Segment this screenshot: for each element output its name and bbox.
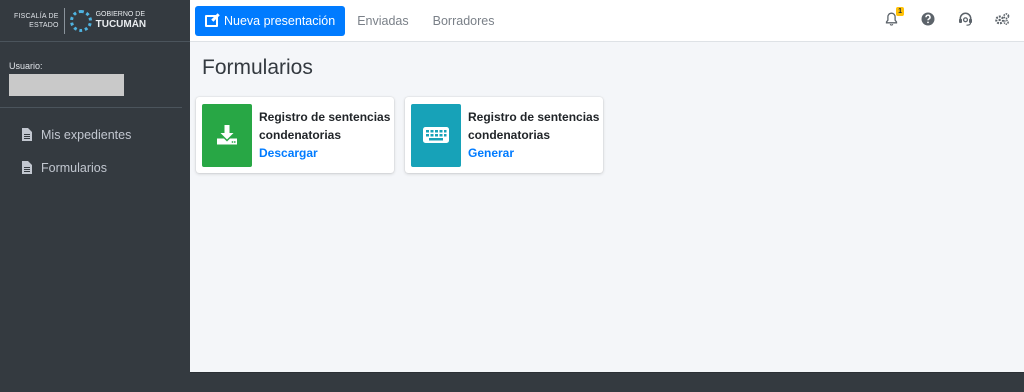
sidebar-item-mis-expedientes[interactable]: Mis expedientes [0,118,190,151]
help-icon [921,12,935,26]
card-title-line2: condenatorias [259,128,342,142]
card-title: Registro de sentencias condenatorias [259,108,390,144]
form-card-descargar: Registro de sentencias condenatorias Des… [196,97,394,173]
user-name-redacted [9,74,124,96]
sidebar-item-label: Mis expedientes [41,127,132,142]
support-headset-icon [958,12,972,26]
fiscalia-line1: FISCALÍA DE [14,12,59,20]
sidebar-item-label: Formularios [41,160,107,175]
fiscalia-logo-text: FISCALÍA DE ESTADO [14,12,59,30]
gobierno-logo-text: GOBIERNO DE TUCUMÁN [96,10,147,31]
card-title-line1: Registro de sentencias [259,110,391,124]
brand-logo[interactable]: FISCALÍA DE ESTADO GOBIERNO DE TUCUMÁN [0,0,190,42]
card-title-line1: Registro de sentencias [468,110,600,124]
card-icon-box [202,103,252,167]
help-button[interactable] [920,11,936,27]
settings-button[interactable] [994,11,1010,27]
card-body: Registro de sentencias condenatorias Gen… [468,108,599,162]
new-presentation-label: Nueva presentación [224,13,336,28]
card-title: Registro de sentencias condenatorias [468,108,599,144]
user-label: Usuario: [9,61,43,71]
card-body: Registro de sentencias condenatorias Des… [259,108,390,162]
top-navbar: Nueva presentación Enviadas Borradores 1 [190,0,1024,42]
download-link[interactable]: Descargar [259,144,390,162]
topbar-icons: 1 [862,7,1010,27]
file-text-icon [22,128,32,141]
brand-divider [63,7,65,34]
keyboard-icon [423,127,449,143]
footer [190,372,1024,392]
generate-link[interactable]: Generar [468,144,599,162]
card-title-line2: condenatorias [468,128,551,142]
page-title: Formularios [202,56,313,79]
user-panel: Usuario: [0,42,182,108]
gobierno-emblem-icon [69,9,92,32]
download-icon [217,125,237,145]
sidebar-item-formularios[interactable]: Formularios [0,151,190,184]
edit-icon [205,14,218,27]
support-button[interactable] [957,11,973,27]
nav-link-borradores[interactable]: Borradores [433,14,495,28]
notifications-button[interactable]: 1 [883,7,904,27]
sidebar-nav: Mis expedientes Formularios [0,108,190,184]
sidebar: FISCALÍA DE ESTADO GOBIERNO DE TUCUMÁN U… [0,0,190,392]
fiscalia-line2: ESTADO [29,21,59,29]
settings-gears-icon [995,13,1010,25]
new-presentation-button[interactable]: Nueva presentación [195,5,346,36]
file-text-icon [22,161,32,174]
gobierno-line2: TUCUMÁN [95,19,147,30]
card-icon-box [411,103,461,167]
form-card-generar: Registro de sentencias condenatorias Gen… [405,97,603,173]
notifications-badge: 1 [896,7,904,16]
nav-link-enviadas[interactable]: Enviadas [357,14,408,28]
main-content: Formularios Registro de sentencias conde… [190,42,1024,372]
